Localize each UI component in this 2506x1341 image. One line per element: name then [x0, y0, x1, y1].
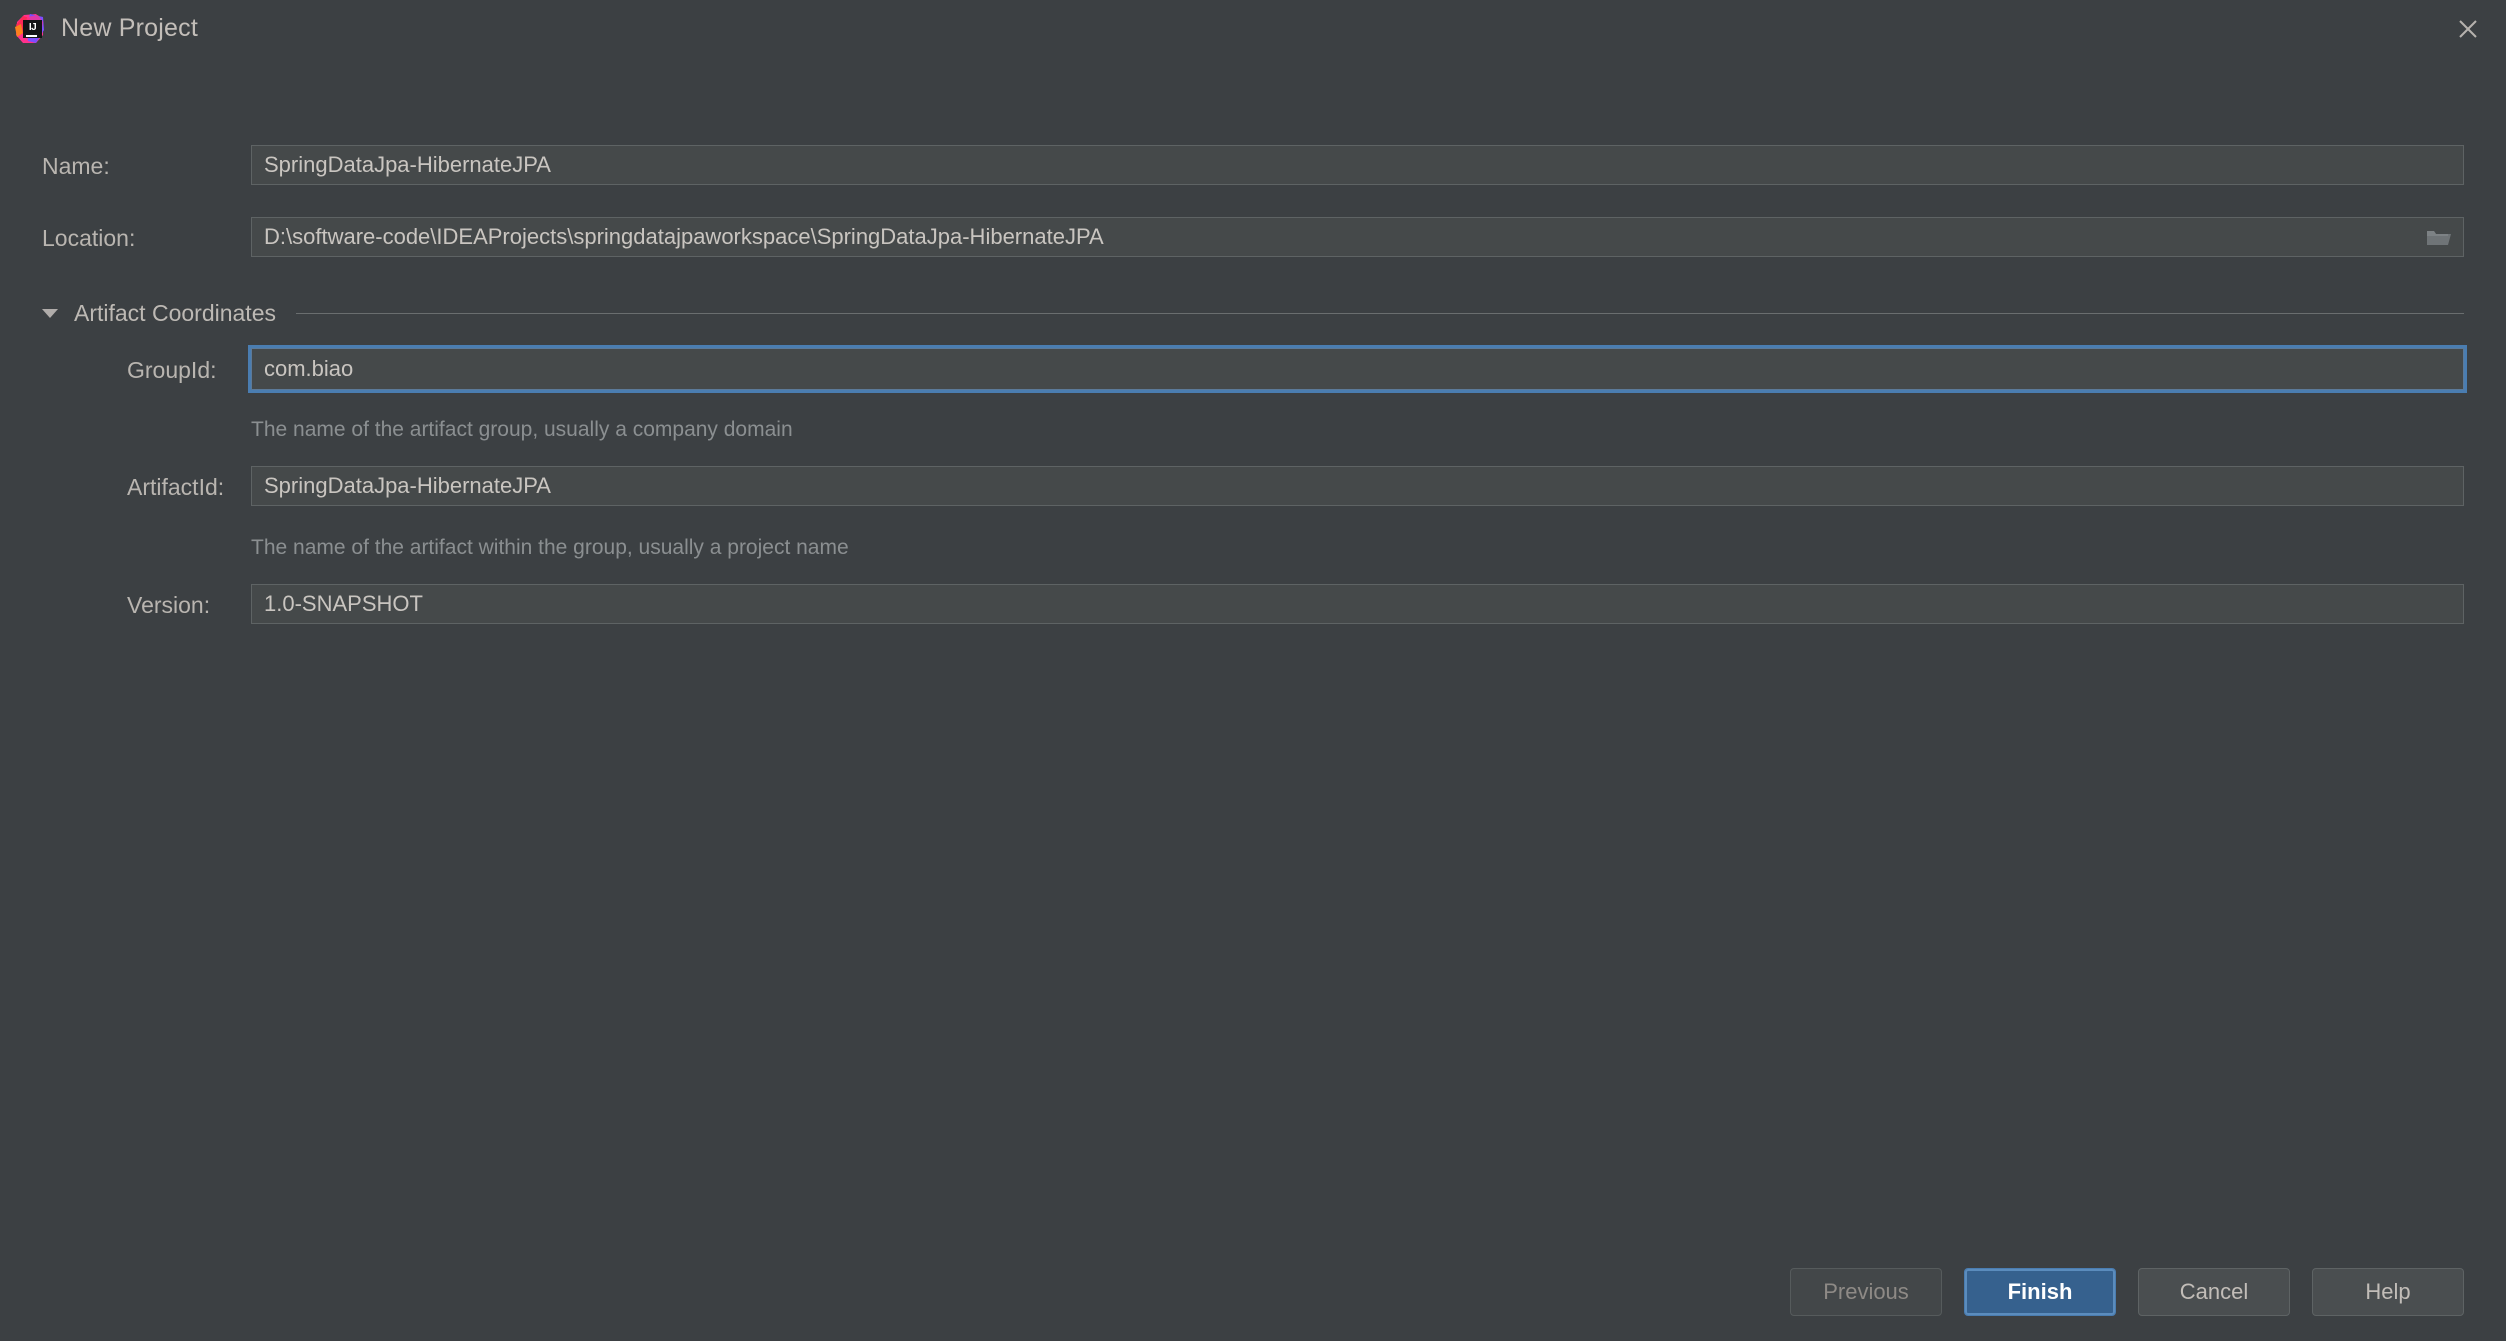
new-project-dialog: IJ New Project Name: SpringDataJpa-Hiber… — [0, 0, 2506, 1341]
name-label: Name: — [42, 153, 110, 179]
location-label: Location: — [42, 225, 136, 251]
section-divider — [295, 312, 2464, 314]
finish-button[interactable]: Finish — [1964, 1268, 2116, 1316]
logo-underline — [26, 35, 37, 37]
name-row: Name: SpringDataJpa-HibernateJPA — [0, 145, 2506, 185]
help-button[interactable]: Help — [2312, 1268, 2464, 1316]
group-id-helper-text: The name of the artifact group, usually … — [251, 418, 793, 441]
dialog-titlebar: IJ New Project — [0, 0, 2506, 57]
logo-badge-text: IJ — [28, 22, 37, 33]
artifact-id-helper-text: The name of the artifact within the grou… — [251, 536, 849, 559]
version-input[interactable]: 1.0-SNAPSHOT — [251, 584, 2464, 624]
intellij-idea-logo-icon: IJ — [14, 13, 45, 44]
artifact-coordinates-section-header[interactable]: Artifact Coordinates — [42, 297, 2464, 329]
close-icon[interactable] — [2446, 8, 2490, 50]
dialog-title: New Project — [61, 14, 198, 42]
version-row: Version: 1.0-SNAPSHOT — [0, 584, 2506, 624]
group-id-row: GroupId: com.biao — [0, 345, 2506, 393]
previous-button[interactable]: Previous — [1790, 1268, 1942, 1316]
dialog-footer: Previous Finish Cancel Help — [0, 1243, 2506, 1341]
version-label: Version: — [127, 592, 211, 618]
name-input[interactable]: SpringDataJpa-HibernateJPA — [251, 145, 2464, 185]
artifact-id-input[interactable]: SpringDataJpa-HibernateJPA — [251, 466, 2464, 506]
cancel-button[interactable]: Cancel — [2138, 1268, 2290, 1316]
folder-icon[interactable] — [2424, 225, 2454, 249]
dialog-content: Name: SpringDataJpa-HibernateJPA Locatio… — [0, 57, 2506, 1341]
location-row: Location: D:\software-code\IDEAProjects\… — [0, 217, 2506, 257]
artifact-id-label: ArtifactId: — [127, 474, 225, 500]
triangle-down-icon[interactable] — [42, 308, 58, 318]
artifact-coordinates-title: Artifact Coordinates — [74, 299, 276, 326]
artifact-id-row: ArtifactId: SpringDataJpa-HibernateJPA — [0, 466, 2506, 506]
location-input[interactable]: D:\software-code\IDEAProjects\springdata… — [251, 217, 2464, 257]
group-id-input[interactable]: com.biao — [248, 345, 2467, 393]
group-id-label: GroupId: — [127, 357, 217, 383]
